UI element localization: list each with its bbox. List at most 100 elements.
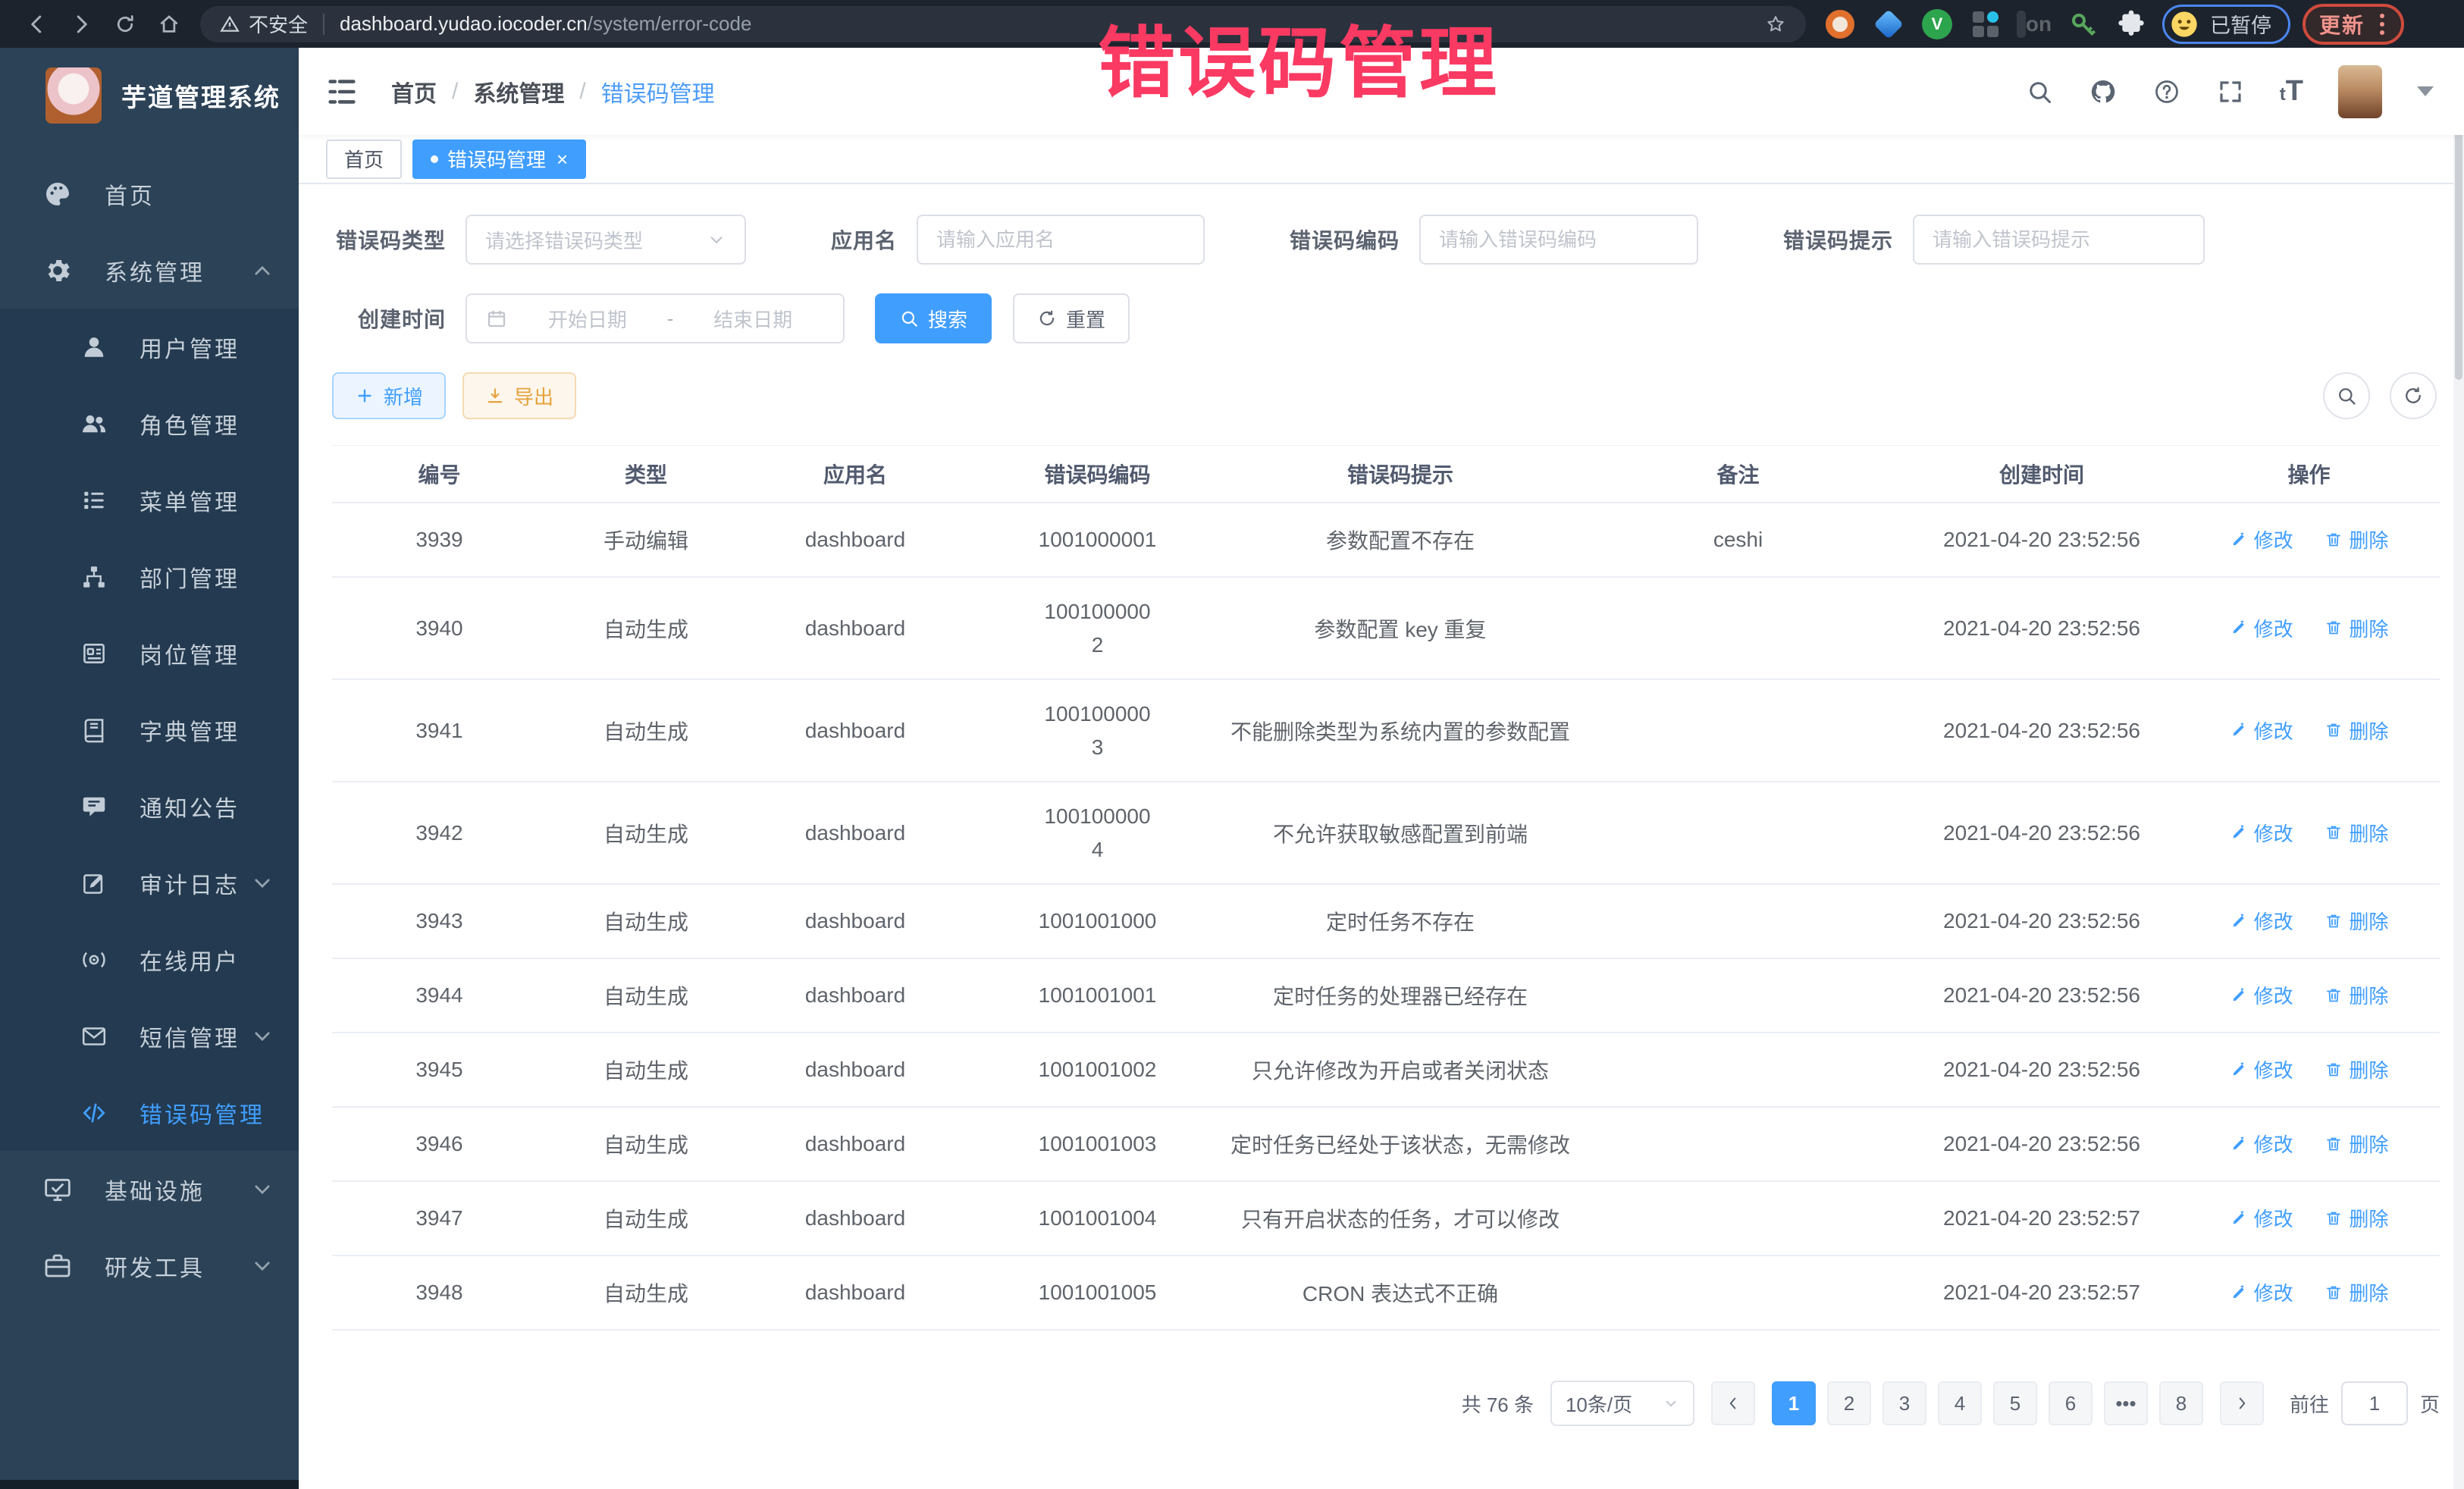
help-icon[interactable] [2152,77,2181,106]
delete-link[interactable]: 删除 [2324,716,2388,744]
column-header: 操作 [2178,459,2440,489]
edit-link[interactable]: 修改 [2230,716,2293,744]
extension-icon-list-on[interactable]: on [2018,8,2050,40]
delete-link[interactable]: 删除 [2324,614,2388,642]
sidebar-item-online[interactable]: 在线用户 [0,921,299,998]
pagination-page-6[interactable]: 6 [2049,1381,2093,1425]
app-logo-row[interactable]: 芋道管理系统 [0,48,299,142]
sidebar: 芋道管理系统 首页 系统管理 用户管理 角色管理 菜单管理 部门管理 岗位管理 … [0,48,299,1489]
column-header: 类型 [547,459,745,489]
search-button[interactable]: 搜索 [875,293,992,343]
sidebar-item-dashboard[interactable]: 首页 [0,155,299,232]
close-tab-icon[interactable]: × [556,149,568,169]
edit-link[interactable]: 修改 [2230,1204,2293,1232]
edit-link[interactable]: 修改 [2230,1278,2293,1306]
export-button[interactable]: 导出 [462,372,576,419]
browser-back-button[interactable] [15,5,59,44]
edit-link[interactable]: 修改 [2230,525,2293,553]
column-header: 错误码编码 [965,459,1230,489]
extension-icon-green-v[interactable]: V [1921,8,1953,40]
delete-link[interactable]: 删除 [2324,1278,2388,1306]
security-warning-icon [220,14,240,34]
edit-link[interactable]: 修改 [2230,1055,2293,1083]
edit-link[interactable]: 修改 [2230,1130,2293,1158]
tab-首页[interactable]: 首页 [326,139,402,179]
tab-错误码管理[interactable]: 错误码管理 × [412,139,586,179]
start-date-placeholder[interactable]: 开始日期 [516,305,660,333]
edit-link[interactable]: 修改 [2230,614,2293,642]
app-name-input[interactable] [917,215,1205,265]
collapse-sidebar-icon[interactable] [324,74,359,109]
bookmark-star-icon[interactable] [1765,14,1786,35]
extension-icon-grid-squares[interactable] [1970,8,2002,40]
reset-button[interactable]: 重置 [1013,293,1130,343]
sidebar-item-tools[interactable]: 研发工具 [0,1227,299,1304]
pagination-page-4[interactable]: 4 [1938,1381,1982,1425]
breadcrumb-item[interactable]: 首页 [391,75,437,108]
page-scrollbar[interactable] [2453,48,2464,1489]
search-icon[interactable] [2025,77,2054,106]
sidebar-item-users[interactable]: 角色管理 [0,385,299,462]
menu-icon [80,1099,108,1127]
sidebar-item-infra[interactable]: 基础设施 [0,1151,299,1227]
user-avatar[interactable] [2338,65,2382,118]
pagination-page-2[interactable]: 2 [1827,1381,1871,1425]
delete-link[interactable]: 删除 [2324,907,2388,935]
pagination-page-8[interactable]: 8 [2159,1381,2203,1425]
extension-icon-orange-ring[interactable] [1824,8,1856,40]
sidebar-item-sms[interactable]: 短信管理 [0,998,299,1074]
font-size-icon[interactable]: tT [2280,75,2303,108]
sidebar-item-book[interactable]: 字典管理 [0,691,299,768]
edit-link[interactable]: 修改 [2230,981,2293,1009]
pagination-page-3[interactable]: 3 [1882,1381,1926,1425]
delete-link[interactable]: 删除 [2324,525,2388,553]
browser-menu-icon[interactable] [2377,11,2387,38]
browser-home-button[interactable] [147,5,191,44]
delete-link[interactable]: 删除 [2324,981,2388,1009]
toggle-search-button[interactable] [2323,372,2370,419]
sidebar-item-chat[interactable]: 通知公告 [0,768,299,845]
sidebar-item-user[interactable]: 用户管理 [0,309,299,385]
sidebar-item-code[interactable]: 错误码管理 [0,1074,299,1151]
sidebar-item-gear[interactable]: 系统管理 [0,232,299,309]
sidebar-item-menu[interactable]: 菜单管理 [0,462,299,538]
pagination-page-1[interactable]: 1 [1772,1381,1816,1425]
browser-profile-chip[interactable]: 已暂停 [2162,5,2290,44]
delete-link[interactable]: 删除 [2324,1204,2388,1232]
sidebar-item-tree[interactable]: 部门管理 [0,538,299,615]
error-type-select[interactable]: 请选择错误码类型 [466,215,746,265]
browser-reload-button[interactable] [103,5,147,44]
refresh-table-button[interactable] [2390,372,2437,419]
browser-forward-button[interactable] [59,5,103,44]
error-code-input[interactable] [1419,215,1698,265]
address-bar[interactable]: 不安全 dashboard.yudao.iocoder.cn/system/er… [200,6,1806,42]
breadcrumb-item[interactable]: 系统管理 [473,75,564,108]
error-hint-input[interactable] [1913,215,2205,265]
table-row: 3940 自动生成 dashboard 1001000002 参数配置 key … [332,578,2440,680]
add-button[interactable]: 新增 [332,372,446,419]
goto-page-input[interactable] [2341,1381,2408,1425]
next-page-button[interactable] [2220,1381,2264,1425]
delete-link[interactable]: 删除 [2324,1055,2388,1083]
extension-icon-green-key[interactable] [2067,8,2099,40]
user-menu-caret-icon[interactable] [2417,86,2434,96]
extension-icon-puzzle[interactable] [2115,8,2147,40]
delete-link[interactable]: 删除 [2324,819,2388,847]
delete-link[interactable]: 删除 [2324,1130,2388,1158]
fullscreen-icon[interactable] [2216,77,2245,106]
browser-update-button[interactable]: 更新 [2303,4,2404,45]
edit-link[interactable]: 修改 [2230,819,2293,847]
prev-page-button[interactable] [1711,1381,1755,1425]
date-range-picker[interactable]: 开始日期 - 结束日期 [466,293,845,343]
extension-icon-blue-gem[interactable] [1873,8,1904,40]
cell-app-name: dashboard [745,821,965,845]
end-date-placeholder[interactable]: 结束日期 [681,305,825,333]
page-size-select[interactable]: 10条/页 [1550,1381,1694,1426]
cell-id: 3946 [332,1132,547,1156]
edit-link[interactable]: 修改 [2230,907,2293,935]
pagination-more-button[interactable]: ••• [2104,1381,2148,1425]
sidebar-item-badge[interactable]: 岗位管理 [0,615,299,691]
sidebar-item-edit[interactable]: 审计日志 [0,845,299,921]
github-icon[interactable] [2089,77,2118,106]
pagination-page-5[interactable]: 5 [1993,1381,2037,1425]
